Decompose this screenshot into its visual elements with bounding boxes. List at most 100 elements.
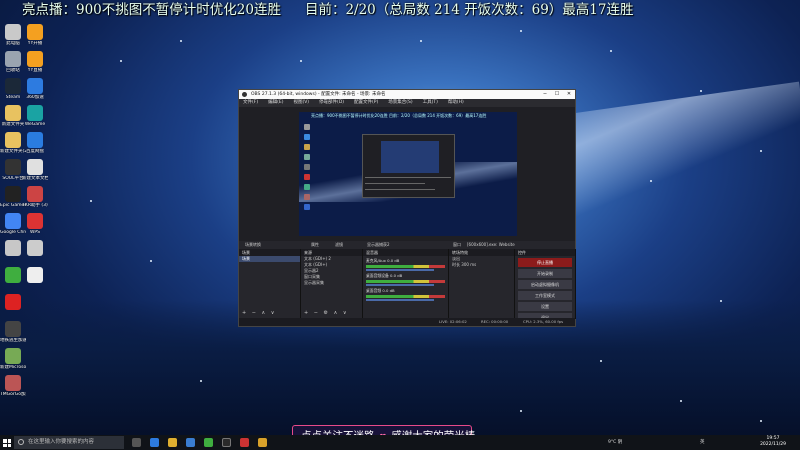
selected-source-label: 显示器捕获2	[367, 242, 390, 247]
properties-button[interactable]: 属性	[311, 241, 319, 249]
desktop-icon-label: WeGame	[24, 122, 46, 127]
app-shortcut-icon	[5, 186, 21, 202]
menu-help[interactable]: 帮助(H)	[448, 99, 464, 107]
stop-streaming-button[interactable]: 停止直播	[518, 258, 572, 267]
menu-profile[interactable]: 配置文件(P)	[354, 99, 378, 107]
maximize-icon[interactable]: ☐	[551, 90, 563, 99]
filters-button[interactable]: 滤镜	[335, 241, 343, 249]
menu-edit[interactable]: 编辑(E)	[268, 99, 283, 107]
file-explorer-icon[interactable]	[168, 438, 177, 447]
app-shortcut-icon	[27, 186, 43, 202]
obs-preview[interactable]: 亮点播：900不挑图不暂停计时优化20连胜 目前：2/20（总局数 214 开饭…	[299, 112, 517, 236]
desktop-icon-label: TMGorGo加速	[0, 392, 26, 397]
weather[interactable]: 9°C 阴	[608, 435, 622, 450]
preview-desktop-icon	[304, 174, 310, 180]
app-icon[interactable]	[186, 438, 195, 447]
desktop-icon[interactable]: TMGorGo加速	[0, 375, 26, 397]
obs-titlebar[interactable]: OBS 27.1.3 (64-bit, windows) - 配置文件: 未命名…	[239, 90, 575, 99]
app-shortcut-icon	[5, 294, 21, 310]
mixer-meter	[366, 265, 445, 268]
menu-tools[interactable]: 工具(T)	[423, 99, 438, 107]
virtual-camera-button[interactable]: 启动虚拟摄像机	[518, 280, 572, 289]
menu-view[interactable]: 视图(V)	[293, 99, 309, 107]
mixer-volume-slider[interactable]	[366, 269, 434, 271]
desktop-icon[interactable]: YY开播	[22, 24, 48, 46]
menu-docks[interactable]: 停靠部件(D)	[319, 99, 344, 107]
desktop-icon[interactable]: TKR助手 (3)	[22, 186, 48, 208]
transition-duration[interactable]: 时长 300 ms	[449, 262, 514, 268]
app-shortcut-icon	[27, 213, 43, 229]
desktop-icon-label: WPS	[29, 230, 41, 235]
desktop-icon[interactable]	[22, 240, 48, 257]
star	[700, 90, 702, 92]
app-shortcut-icon	[27, 105, 43, 121]
desktop-icon[interactable]: 地铁逃生加速器	[0, 321, 26, 343]
obs-docks: 场景 场景 + − ∧ ∨ 来源 文本 (GDI+) 2 文本 (GDI+) 显…	[239, 249, 576, 322]
desktop-icon[interactable]: WeGame	[22, 105, 48, 127]
app-shortcut-icon	[5, 78, 21, 94]
nested-preview	[381, 141, 439, 173]
menu-file[interactable]: 文件(F)	[243, 99, 258, 107]
mixer-channel-db: 0.0 dB	[390, 273, 403, 278]
mixer-volume-slider[interactable]	[366, 299, 434, 301]
source-item[interactable]: 显示器采集	[301, 280, 362, 286]
preview-nested-obs	[362, 134, 455, 198]
desktop-icon[interactable]: 新建Microsoft...	[0, 348, 26, 370]
live-time: LIVE: 02:06:02	[439, 319, 467, 324]
scenes-header: 场景	[239, 249, 300, 256]
ime-lang[interactable]: 英	[700, 435, 705, 450]
windows-start-icon[interactable]	[3, 439, 11, 447]
scene-item[interactable]: 场景	[239, 256, 300, 262]
mixer-volume-slider[interactable]	[366, 284, 434, 286]
app-shortcut-icon	[27, 267, 43, 283]
star	[600, 360, 602, 362]
app-icon[interactable]	[240, 438, 249, 447]
menu-scene-collection[interactable]: 场景集合(S)	[388, 99, 412, 107]
minimize-icon[interactable]: ─	[539, 90, 551, 99]
scene-transition-label: 场景转换	[245, 242, 261, 247]
desktop-icon[interactable]: 360加速	[22, 78, 48, 100]
window-value[interactable]: [600x600].exe: Website	[467, 241, 515, 249]
app-shortcut-icon	[5, 213, 21, 229]
preview-desktop-icon	[304, 164, 310, 170]
sources-controls[interactable]: + − ⚙ ∧ ∨	[304, 310, 349, 316]
clock[interactable]: 19:57 2022/11/29	[760, 436, 786, 448]
transitions-header: 转场特效	[449, 249, 514, 256]
stream-stats-banner: 亮点播：900不挑图不暂停计时优化20连胜 目前：2/20（总局数 214 开饭次…	[22, 0, 800, 20]
desktop-icon-label: YY开播	[27, 41, 43, 46]
star	[610, 50, 612, 52]
desktop-icon[interactable]	[0, 294, 26, 311]
desktop-icon[interactable]: 新建文本文档	[22, 159, 48, 181]
obs-window[interactable]: OBS 27.1.3 (64-bit, windows) - 配置文件: 未命名…	[238, 89, 576, 327]
star	[760, 420, 762, 422]
app-icon[interactable]	[204, 438, 213, 447]
search-icon	[18, 439, 24, 445]
preview-desktop-icon	[304, 194, 310, 200]
task-view-icon[interactable]	[132, 438, 141, 447]
settings-button[interactable]: 设置	[518, 302, 572, 311]
app-shortcut-icon	[5, 348, 21, 364]
nested-row	[365, 189, 435, 190]
desktop-icon[interactable]: YY直播	[22, 51, 48, 73]
mixer-channel-name: 桌面音频设备 0.0 dB	[366, 273, 403, 278]
search-placeholder: 在这里输入你要搜索的内容	[28, 439, 95, 445]
desktop-icon-label: 新建Microsoft...	[0, 365, 26, 370]
app-shortcut-icon	[5, 267, 21, 283]
taskbar-search[interactable]: 在这里输入你要搜索的内容	[14, 436, 124, 449]
cpu-fps: CPU: 2.3%, 60.00 fps	[523, 319, 564, 324]
start-recording-button[interactable]: 开始录制	[518, 269, 572, 278]
close-icon[interactable]: ✕	[563, 90, 575, 99]
star	[120, 60, 122, 62]
app-icon[interactable]	[258, 438, 267, 447]
studio-mode-button[interactable]: 工作室模式	[518, 291, 572, 300]
nested-row	[365, 183, 425, 184]
scenes-controls[interactable]: + − ∧ ∨	[242, 310, 276, 316]
desktop-icon[interactable]: WPS	[22, 213, 48, 235]
obs-taskbar-icon[interactable]	[222, 438, 231, 447]
app-shortcut-icon	[5, 132, 21, 148]
preview-banner: 亮点播：900不挑图不暂停计时优化20连胜 目前：2/20（总局数 214 开饭…	[311, 113, 487, 118]
desktop-icon[interactable]	[22, 267, 48, 284]
desktop-icon[interactable]: 百度网盘	[22, 132, 48, 154]
desktop-icon-label: 新建文本文档	[22, 176, 48, 181]
edge-icon[interactable]	[150, 438, 159, 447]
